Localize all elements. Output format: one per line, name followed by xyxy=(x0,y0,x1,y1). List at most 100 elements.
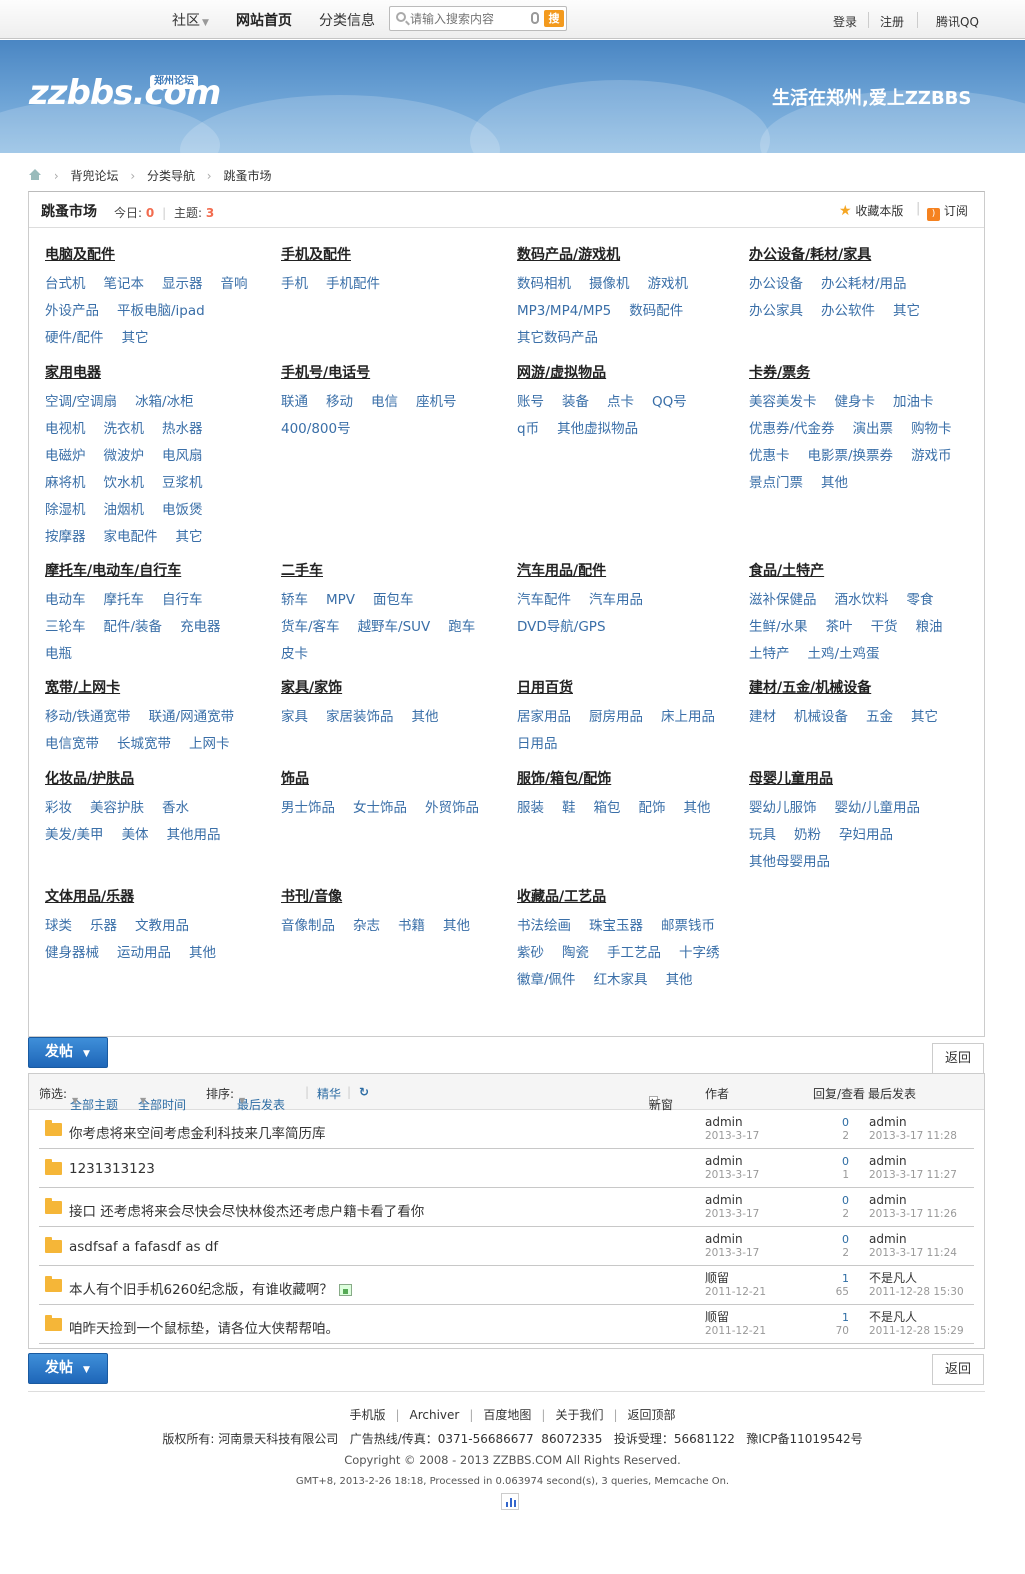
subcategory-link[interactable]: 其他用品 xyxy=(167,822,221,849)
subcategory-link[interactable]: 轿车 xyxy=(281,587,308,614)
subcategory-link[interactable]: 优惠卡 xyxy=(749,443,790,470)
subcategory-link[interactable]: 运动用品 xyxy=(117,940,171,967)
last-post-user[interactable]: 不是凡人 xyxy=(869,1311,917,1324)
subcategory-link[interactable]: 办公家具 xyxy=(749,298,803,325)
subcategory-link[interactable]: 电风扇 xyxy=(162,443,203,470)
subcategory-link[interactable]: 跑车 xyxy=(448,614,475,641)
subcategory-link[interactable]: 数码配件 xyxy=(629,298,683,325)
subcategory-link[interactable]: 奶粉 xyxy=(794,822,821,849)
last-post-time[interactable]: 2011-12-28 15:29 xyxy=(869,1325,964,1337)
home-icon[interactable] xyxy=(28,169,42,181)
thread-replies[interactable]: 0 xyxy=(839,1233,849,1246)
subcategory-link[interactable]: 球类 xyxy=(45,913,72,940)
subcategory-link[interactable]: 移动 xyxy=(326,389,353,416)
subcategory-link[interactable]: 粮油 xyxy=(916,614,943,641)
last-post-user[interactable]: admin xyxy=(869,1116,907,1129)
subcategory-link[interactable]: 笔记本 xyxy=(104,271,145,298)
subcategory-link[interactable]: 其他母婴用品 xyxy=(749,849,830,876)
category-title[interactable]: 网游/虚拟物品 xyxy=(517,364,747,383)
thread-author[interactable]: admin xyxy=(705,1194,743,1207)
subcategory-link[interactable]: 其它 xyxy=(176,524,203,551)
last-post-time[interactable]: 2013-3-17 11:24 xyxy=(869,1247,957,1259)
subcategory-link[interactable]: 电影票/换票券 xyxy=(808,443,894,470)
last-post-user[interactable]: admin xyxy=(869,1233,907,1246)
subcategory-link[interactable]: 三轮车 xyxy=(45,614,86,641)
subcategory-link[interactable]: 其它数码产品 xyxy=(517,325,598,352)
subcategory-link[interactable]: 充电器 xyxy=(180,614,221,641)
category-title[interactable]: 宽带/上网卡 xyxy=(45,679,275,698)
subcategory-link[interactable]: 其他 xyxy=(189,940,216,967)
subcategory-link[interactable]: 零食 xyxy=(907,587,934,614)
post-button-bottom[interactable]: 发帖 ▼ xyxy=(28,1353,108,1384)
subcategory-link[interactable]: q币 xyxy=(517,416,539,443)
subcategory-link[interactable]: 办公设备 xyxy=(749,271,803,298)
thread-title[interactable]: 接口 还考虑将来会尽快会尽快林俊杰还考虑户籍卡看了看你 xyxy=(69,1200,424,1220)
subcategory-link[interactable]: 电磁炉 xyxy=(45,443,86,470)
last-post-time[interactable]: 2013-3-17 11:27 xyxy=(869,1169,957,1181)
favorite-button[interactable]: ★ 收藏本版 xyxy=(839,202,903,219)
category-title[interactable]: 食品/土特产 xyxy=(749,562,979,581)
subcategory-link[interactable]: 红木家具 xyxy=(594,967,648,994)
subcategory-link[interactable]: 健身器械 xyxy=(45,940,99,967)
category-title[interactable]: 家用电器 xyxy=(45,364,275,383)
subcategory-link[interactable]: 美容护肤 xyxy=(90,795,144,822)
breadcrumb-item[interactable]: 背兜论坛 xyxy=(70,169,118,183)
subcategory-link[interactable]: 加油卡 xyxy=(893,389,934,416)
subcategory-link[interactable]: 文教用品 xyxy=(135,913,189,940)
subcategory-link[interactable]: 其他 xyxy=(821,470,848,497)
subcategory-link[interactable]: 配饰 xyxy=(639,795,666,822)
subcategory-link[interactable]: 土特产 xyxy=(749,641,790,668)
nav-home[interactable]: 网站首页 xyxy=(236,10,292,30)
subcategory-link[interactable]: 手工艺品 xyxy=(607,940,661,967)
subcategory-link[interactable]: 床上用品 xyxy=(661,704,715,731)
subcategory-link[interactable]: 办公软件 xyxy=(821,298,875,325)
subcategory-link[interactable]: 日用品 xyxy=(517,731,558,758)
thread-author[interactable]: 顺留 xyxy=(705,1272,729,1285)
subcategory-link[interactable]: 油烟机 xyxy=(104,497,145,524)
subcategory-link[interactable]: 外贸饰品 xyxy=(425,795,479,822)
thread-replies[interactable]: 0 xyxy=(839,1116,849,1129)
subcategory-link[interactable]: 电信宽带 xyxy=(45,731,99,758)
subcategory-link[interactable]: 玩具 xyxy=(749,822,776,849)
category-title[interactable]: 书刊/音像 xyxy=(281,888,511,907)
last-post-user[interactable]: admin xyxy=(869,1194,907,1207)
category-title[interactable]: 汽车用品/配件 xyxy=(517,562,747,581)
last-post-time[interactable]: 2013-3-17 11:28 xyxy=(869,1130,957,1142)
subcategory-link[interactable]: 汽车配件 xyxy=(517,587,571,614)
thread-replies[interactable]: 0 xyxy=(839,1155,849,1168)
subcategory-link[interactable]: 家具 xyxy=(281,704,308,731)
subcategory-link[interactable]: 酒水饮料 xyxy=(835,587,889,614)
subcategory-link[interactable]: 点卡 xyxy=(607,389,634,416)
subcategory-link[interactable]: 其他 xyxy=(443,913,470,940)
last-post-time[interactable]: 2011-12-28 15:30 xyxy=(869,1286,964,1298)
subcategory-link[interactable]: 美发/美甲 xyxy=(45,822,104,849)
subcategory-link[interactable]: 账号 xyxy=(517,389,544,416)
subcategory-link[interactable]: 景点门票 xyxy=(749,470,803,497)
search-input[interactable] xyxy=(410,10,530,28)
subcategory-link[interactable]: 台式机 xyxy=(45,271,86,298)
subcategory-link[interactable]: 书法绘画 xyxy=(517,913,571,940)
thread-replies[interactable]: 0 xyxy=(839,1194,849,1207)
breadcrumb-item[interactable]: 分类导航 xyxy=(147,169,195,183)
subcategory-link[interactable]: 珠宝玉器 xyxy=(589,913,643,940)
subcategory-link[interactable]: 平板电脑/ipad xyxy=(117,298,205,325)
subcategory-link[interactable]: 干货 xyxy=(871,614,898,641)
register-link[interactable]: 注册 xyxy=(880,13,904,30)
post-button[interactable]: 发帖 ▼ xyxy=(28,1037,108,1068)
subcategory-link[interactable]: 音响 xyxy=(221,271,248,298)
subcategory-link[interactable]: 微波炉 xyxy=(104,443,145,470)
back-button[interactable]: 返回 xyxy=(932,1043,984,1074)
subcategory-link[interactable]: 陶瓷 xyxy=(562,940,589,967)
subcategory-link[interactable]: 数码相机 xyxy=(517,271,571,298)
category-title[interactable]: 数码产品/游戏机 xyxy=(517,246,747,265)
last-post-time[interactable]: 2013-3-17 11:26 xyxy=(869,1208,957,1220)
login-link[interactable]: 登录 xyxy=(833,13,857,30)
subcategory-link[interactable]: 婴幼/儿童用品 xyxy=(835,795,921,822)
thread-title[interactable]: asdfsaf a fafasdf as df xyxy=(69,1239,218,1255)
subscribe-button[interactable]: ) 订阅 xyxy=(927,202,968,221)
subcategory-link[interactable]: MPV xyxy=(326,587,355,614)
subcategory-link[interactable]: DVD导航/GPS xyxy=(517,614,606,641)
subcategory-link[interactable]: 紫砂 xyxy=(517,940,544,967)
subcategory-link[interactable]: 购物卡 xyxy=(911,416,952,443)
subcategory-link[interactable]: 厨房用品 xyxy=(589,704,643,731)
